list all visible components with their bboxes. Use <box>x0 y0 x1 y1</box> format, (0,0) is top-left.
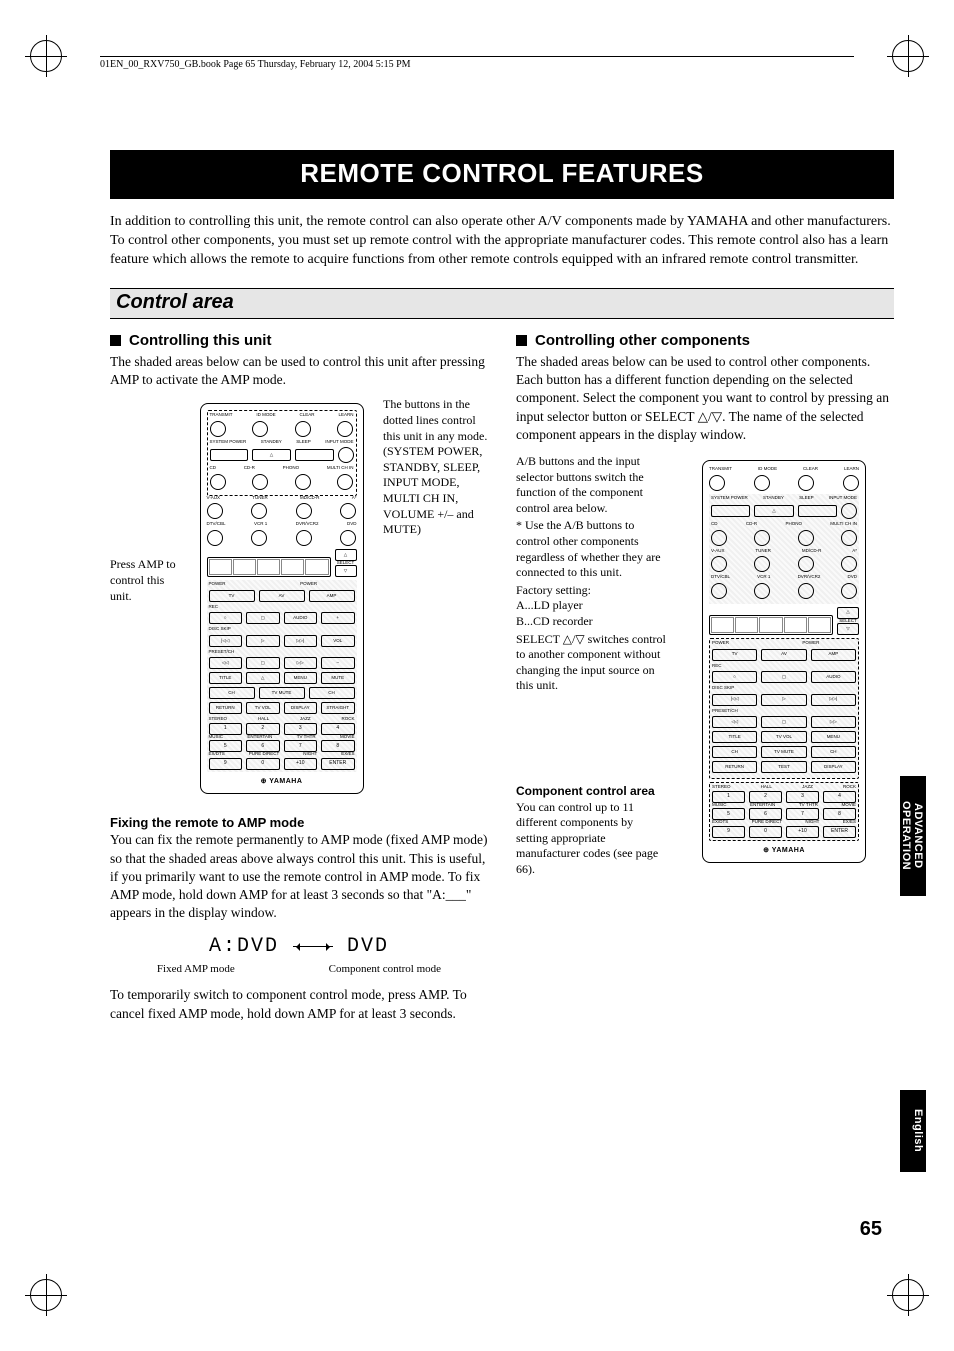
bullet-square-icon <box>516 335 527 346</box>
section-heading: Control area <box>110 288 894 319</box>
remote-diagram-left: TRANSMITID MODECLEARLEARN SYSTEM POWERST… <box>200 403 364 794</box>
right-para: The shaded areas below can be used to co… <box>516 353 894 444</box>
lcd-fixed: A:DVD <box>209 933 279 960</box>
fix-amp-heading: Fixing the remote to AMP mode <box>110 814 488 832</box>
fix-amp-p1: You can fix the remote permanently to AM… <box>110 831 488 922</box>
side-tab-advanced: ADVANCED OPERATION <box>900 776 926 896</box>
registration-mark <box>30 40 62 72</box>
component-area-head: Component control area <box>516 784 666 800</box>
brand-logo: ⊕ YAMAHA <box>207 778 357 785</box>
remote-diagram-right: TRANSMITID MODECLEARLEARN SYSTEM POWERST… <box>702 460 866 863</box>
running-header: 01EN_00_RXV750_GB.book Page 65 Thursday,… <box>100 56 854 70</box>
annot-dotted-buttons: The buttons in the dotted lines control … <box>383 397 488 537</box>
bullet-square-icon <box>110 335 121 346</box>
left-subhead: Controlling this unit <box>110 331 488 351</box>
page-number: 65 <box>860 1218 882 1241</box>
fix-amp-p2: To temporarily switch to component contr… <box>110 986 488 1022</box>
runhead-text: 01EN_00_RXV750_GB.book Page 65 Thursday,… <box>100 59 411 70</box>
registration-mark <box>30 1279 62 1311</box>
lcd-caption-right: Component control mode <box>329 962 441 977</box>
lcd-caption-left: Fixed AMP mode <box>157 962 235 977</box>
component-area-body: You can control up to 11 different compo… <box>516 800 666 878</box>
double-arrow-icon <box>293 946 333 947</box>
left-column: Controlling this unit The shaded areas b… <box>110 331 488 1023</box>
left-para: The shaded areas below can be used to co… <box>110 353 488 389</box>
right-subhead: Controlling other components <box>516 331 894 351</box>
right-annotations: A/B buttons and the input selector butto… <box>516 454 666 877</box>
registration-mark <box>892 40 924 72</box>
registration-mark <box>892 1279 924 1311</box>
lcd-component: DVD <box>347 933 389 960</box>
right-column: Controlling other components The shaded … <box>516 331 894 1023</box>
brand-logo: ⊕ YAMAHA <box>709 847 859 854</box>
page-title: REMOTE CONTROL FEATURES <box>110 150 894 199</box>
annot-press-amp: Press AMP to control this unit. <box>110 557 180 604</box>
side-tab-english: English <box>900 1090 926 1172</box>
intro-paragraph: In addition to controlling this unit, th… <box>110 213 894 270</box>
